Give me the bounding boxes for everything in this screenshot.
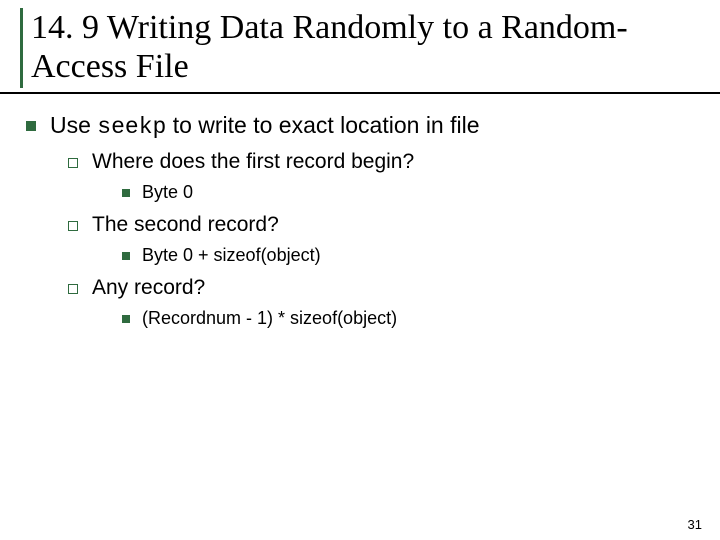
- lvl1-pre: Use: [50, 112, 97, 138]
- bullet-lvl1: Use seekp to write to exact location in …: [26, 112, 700, 140]
- square-bullet-icon: [26, 121, 36, 131]
- square-bullet-icon: [122, 315, 130, 323]
- q2-answer: Byte 0 + sizeof(object): [142, 245, 700, 266]
- bullet-lvl3: Byte 0 + sizeof(object): [122, 245, 700, 266]
- q1-answer: Byte 0: [142, 182, 700, 203]
- page-number: 31: [688, 517, 702, 532]
- bullet-lvl2: Any record?: [68, 276, 700, 300]
- bullet-lvl3: (Recordnum - 1) * sizeof(object): [122, 308, 700, 329]
- title-text: Writing Data Randomly to a Random-Access…: [31, 9, 628, 85]
- q3-answer: (Recordnum - 1) * sizeof(object): [142, 308, 700, 329]
- section-number: 14. 9: [31, 9, 99, 46]
- lvl1-code: seekp: [97, 114, 166, 140]
- square-bullet-icon: [122, 189, 130, 197]
- q2-text: The second record?: [92, 213, 700, 237]
- hollow-square-bullet-icon: [68, 158, 78, 168]
- hollow-square-bullet-icon: [68, 221, 78, 231]
- hollow-square-bullet-icon: [68, 284, 78, 294]
- slide: 14. 9 Writing Data Randomly to a Random-…: [0, 0, 720, 540]
- title-block: 14. 9 Writing Data Randomly to a Random-…: [20, 8, 700, 88]
- bullet-lvl2: Where does the first record begin?: [68, 150, 700, 174]
- slide-title: 14. 9 Writing Data Randomly to a Random-…: [31, 8, 700, 86]
- bullet-lvl2: The second record?: [68, 213, 700, 237]
- content: Use seekp to write to exact location in …: [20, 112, 700, 329]
- lvl1-post: to write to exact location in file: [166, 112, 479, 138]
- title-underline: [0, 92, 720, 94]
- q3-text: Any record?: [92, 276, 700, 300]
- q1-text: Where does the first record begin?: [92, 150, 700, 174]
- bullet-lvl3: Byte 0: [122, 182, 700, 203]
- title-spacer: [99, 9, 107, 46]
- lvl1-text: Use seekp to write to exact location in …: [50, 112, 700, 140]
- square-bullet-icon: [122, 252, 130, 260]
